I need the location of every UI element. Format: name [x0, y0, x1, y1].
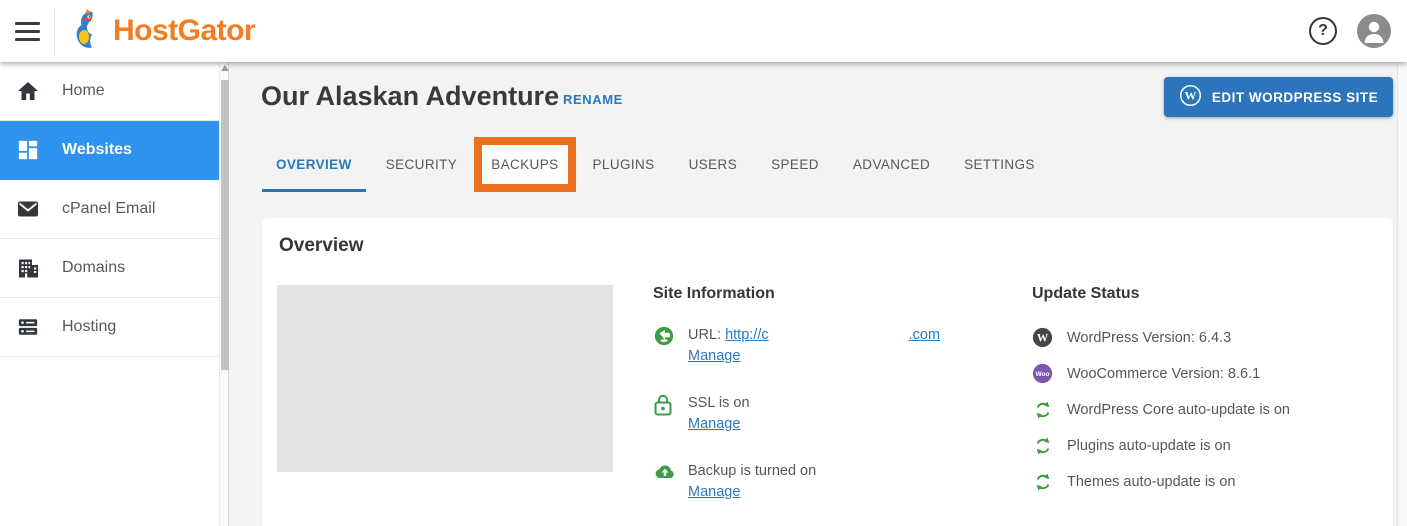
help-icon[interactable]: ? — [1309, 17, 1337, 45]
hostgator-logo-text: HostGator — [113, 14, 255, 48]
edit-wordpress-site-label: EDIT WORDPRESS SITE — [1212, 90, 1378, 105]
sidebar-item-websites[interactable]: Websites — [0, 121, 219, 180]
url-redaction — [769, 327, 909, 339]
lock-icon — [653, 393, 675, 417]
hostgator-logo[interactable]: HostGator — [67, 6, 255, 57]
cloud-upload-icon — [653, 461, 675, 485]
site-url-link[interactable]: http://c.com — [725, 327, 940, 343]
tab-advanced[interactable]: ADVANCED — [839, 137, 944, 192]
themes-autoupdate-row: Themes auto-update is on — [1032, 471, 1372, 492]
ssl-status-text: SSL is on — [688, 393, 750, 414]
svg-text:W: W — [1184, 89, 1196, 103]
sidebar-item-label: Websites — [62, 141, 132, 159]
manage-url-link[interactable]: Manage — [688, 348, 740, 364]
tab-overview[interactable]: OVERVIEW — [262, 137, 366, 192]
wordpress-icon: W — [1032, 327, 1053, 348]
overview-heading: Overview — [279, 235, 364, 257]
wordpress-version-text: WordPress Version: 6.4.3 — [1067, 330, 1231, 346]
core-autoupdate-text: WordPress Core auto-update is on — [1067, 402, 1290, 418]
woocommerce-icon: Woo — [1032, 363, 1053, 384]
home-icon — [16, 79, 40, 103]
overview-card: Overview Site Information URL: http://c.… — [262, 218, 1393, 526]
backup-status-text: Backup is turned on — [688, 461, 816, 482]
ssl-row: SSL is on Manage — [653, 393, 983, 435]
sidebar-item-home[interactable]: Home — [0, 62, 219, 121]
edit-wordpress-site-button[interactable]: W EDIT WORDPRESS SITE — [1164, 77, 1393, 117]
manage-ssl-link[interactable]: Manage — [688, 416, 740, 432]
woocommerce-version-row: Woo WooCommerce Version: 8.6.1 — [1032, 363, 1372, 384]
sidebar-scrollbar[interactable] — [219, 62, 229, 526]
hostgator-mascot-icon — [67, 6, 107, 57]
sidebar-item-label: Domains — [62, 259, 125, 277]
site-information-section: Site Information URL: http://c.com Manag… — [653, 285, 983, 503]
main-scrollbar-track[interactable] — [1397, 62, 1407, 526]
svg-text:W: W — [1037, 333, 1049, 345]
sidebar-nav: Home Websites cPanel Email — [0, 62, 219, 526]
envelope-icon — [16, 197, 40, 221]
wordpress-icon: W — [1179, 84, 1202, 110]
manage-backup-link[interactable]: Manage — [688, 484, 740, 500]
scrollbar-up-arrow-icon[interactable] — [221, 65, 229, 71]
sidebar-scrollbar-thumb[interactable] — [221, 80, 229, 370]
server-icon — [16, 315, 40, 339]
tab-backups[interactable]: BACKUPS — [477, 137, 572, 192]
top-app-bar: HostGator ? — [0, 0, 1407, 62]
sidebar-item-label: Home — [62, 82, 105, 100]
svg-text:Woo: Woo — [1035, 371, 1049, 378]
sidebar-item-label: Hosting — [62, 318, 116, 336]
tab-plugins[interactable]: PLUGINS — [579, 137, 669, 192]
tab-security[interactable]: SECURITY — [372, 137, 471, 192]
sidebar-item-cpanel-email[interactable]: cPanel Email — [0, 180, 219, 239]
backup-row: Backup is turned on Manage — [653, 461, 983, 503]
woocommerce-version-text: WooCommerce Version: 8.6.1 — [1067, 366, 1260, 382]
update-status-section: Update Status W WordPress Version: 6.4.3… — [1032, 285, 1372, 492]
refresh-icon — [1032, 399, 1053, 420]
site-tabs: OVERVIEW SECURITY BACKUPS PLUGINS USERS … — [262, 137, 1055, 192]
core-autoupdate-row: WordPress Core auto-update is on — [1032, 399, 1372, 420]
tab-users[interactable]: USERS — [675, 137, 752, 192]
plugins-autoupdate-text: Plugins auto-update is on — [1067, 438, 1231, 454]
themes-autoupdate-text: Themes auto-update is on — [1067, 474, 1235, 490]
site-information-heading: Site Information — [653, 285, 983, 303]
building-icon — [16, 256, 40, 280]
update-status-heading: Update Status — [1032, 285, 1372, 303]
refresh-icon — [1032, 435, 1053, 456]
sidebar-item-label: cPanel Email — [62, 200, 155, 218]
site-thumbnail-placeholder — [277, 285, 613, 472]
sidebar-item-domains[interactable]: Domains — [0, 239, 219, 298]
refresh-icon — [1032, 471, 1053, 492]
wordpress-version-row: W WordPress Version: 6.4.3 — [1032, 327, 1372, 348]
topbar-divider — [54, 8, 55, 54]
hamburger-menu-icon[interactable] — [0, 0, 54, 62]
sidebar-item-hosting[interactable]: Hosting — [0, 298, 219, 357]
globe-icon — [653, 325, 675, 349]
tab-speed[interactable]: SPEED — [757, 137, 833, 192]
page-title: Our Alaskan Adventure — [261, 81, 559, 112]
rename-link[interactable]: RENAME — [563, 92, 623, 107]
url-line: URL: http://c.com — [688, 325, 940, 346]
plugins-autoupdate-row: Plugins auto-update is on — [1032, 435, 1372, 456]
websites-grid-icon — [16, 138, 40, 162]
user-avatar-icon[interactable] — [1357, 14, 1391, 48]
url-row: URL: http://c.com Manage — [653, 325, 983, 367]
url-label: URL: — [688, 327, 721, 343]
tab-settings[interactable]: SETTINGS — [950, 137, 1049, 192]
